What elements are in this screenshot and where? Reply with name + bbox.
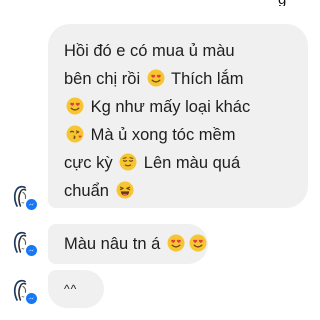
message-text: Màu nâu tn á [64, 235, 161, 253]
message-text: cực kỳ [64, 154, 118, 172]
kissing-heart-emoji [66, 125, 84, 143]
relieved-emoji [119, 153, 137, 171]
message-line: chuẩn [64, 177, 294, 205]
message-text: chuẩn [64, 182, 114, 200]
cropped-glyph: ɡ [278, 0, 294, 6]
message-text: Thích lắm [166, 70, 244, 88]
message-line: bên chị rồi Thích lắm [64, 65, 294, 93]
message-line: cực kỳ Lên màu quá [64, 149, 294, 177]
chat-screen: ɡ Hồi đó e có mua ủ màu bên chị rồi Thíc… [0, 0, 320, 320]
message-line: Mà ủ xong tóc mềm [64, 121, 294, 149]
avatar[interactable] [8, 276, 39, 306]
laughing-emoji [116, 181, 134, 199]
messenger-badge-icon [24, 243, 39, 258]
messenger-badge-icon [24, 197, 39, 212]
avatar[interactable] [8, 182, 39, 212]
smiling-hearts-emoji [66, 97, 84, 115]
message-bubble[interactable]: Màu nâu tn á [48, 224, 208, 264]
message-line: Kg như mấy loại khác [64, 93, 294, 121]
message-text: Lên màu quá [139, 154, 241, 172]
message-bubble[interactable]: ^^ [48, 270, 104, 308]
message-text: Mà ủ xong tóc mềm [86, 126, 236, 144]
message-text: ^^ [64, 282, 78, 296]
smiling-hearts-emoji [147, 69, 165, 87]
smiling-hearts-emoji [167, 234, 185, 252]
smiling-hearts-emoji [189, 234, 207, 252]
message-text: Hồi đó e có mua ủ màu [64, 42, 235, 60]
messenger-badge-icon [24, 291, 39, 306]
message-text: Kg như mấy loại khác [86, 98, 251, 116]
message-bubble[interactable]: Hồi đó e có mua ủ màu bên chị rồi Thích … [48, 24, 308, 208]
avatar[interactable] [8, 228, 39, 258]
message-line: Màu nâu tn á [64, 230, 207, 258]
message-line: Hồi đó e có mua ủ màu [64, 37, 294, 65]
message-text: bên chị rồi [64, 70, 145, 88]
